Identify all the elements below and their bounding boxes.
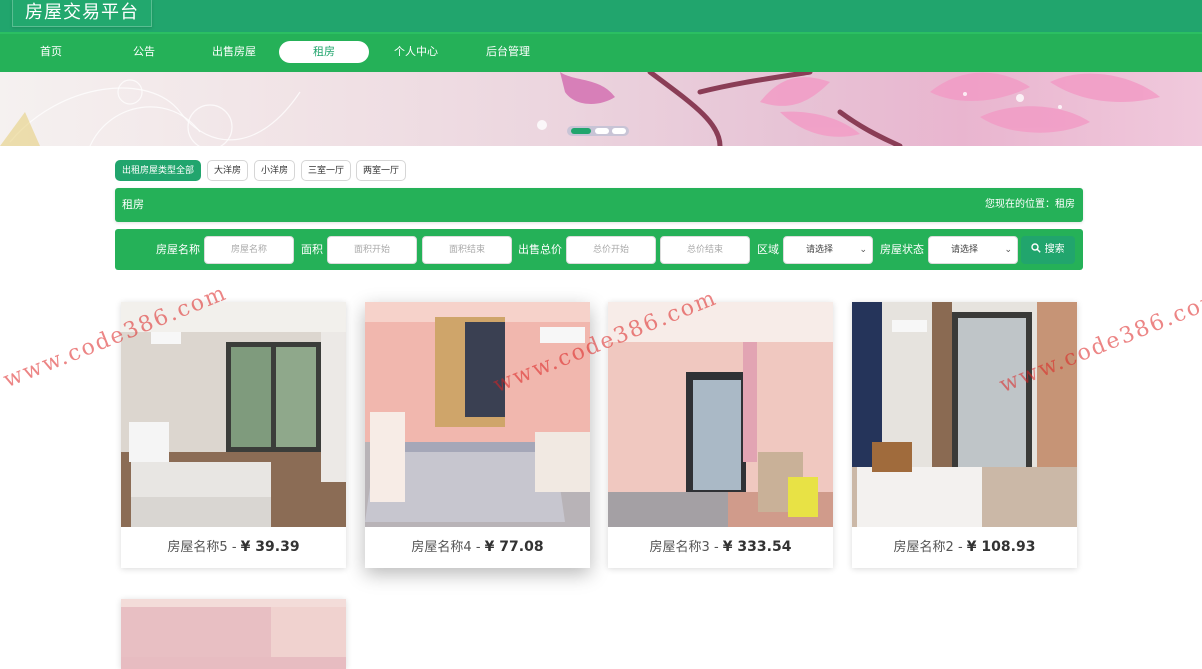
listing-card[interactable] — [121, 599, 346, 669]
listing-price: ¥ 39.39 — [240, 539, 300, 555]
area-end-input[interactable]: 面积结束 — [422, 236, 512, 264]
price-start-input[interactable]: 总价开始 — [566, 236, 656, 264]
filter-tag-two-room[interactable]: 两室一厅 — [356, 160, 407, 181]
chevron-down-icon: ⌄ — [859, 245, 867, 255]
status-select-value: 请选择 — [951, 245, 979, 255]
nav-notice[interactable]: 公告 — [99, 41, 189, 63]
listing-photo — [365, 302, 590, 527]
listing-separator: - — [953, 540, 967, 555]
listing-price: ¥ 108.93 — [966, 539, 1036, 555]
location-bar: 租房 您现在的位置：租房 — [115, 188, 1083, 222]
filter-tag-three-room[interactable]: 三室一厅 — [301, 160, 352, 181]
breadcrumb: 您现在的位置：租房 — [985, 199, 1075, 210]
listing-price: ¥ 333.54 — [722, 539, 792, 555]
nav-rent[interactable]: 租房 — [279, 41, 369, 63]
listing-name: 房屋名称2 — [893, 540, 954, 555]
filter-tag-large-house[interactable]: 大洋房 — [207, 160, 249, 181]
search-icon — [1031, 243, 1042, 253]
listing-separator: - — [227, 540, 241, 555]
listing-photo — [608, 302, 833, 527]
listing-photo — [121, 302, 346, 527]
status-select[interactable]: 请选择 ⌄ — [928, 236, 1018, 264]
section-title: 租房 — [122, 198, 144, 211]
search-button-label: 搜索 — [1044, 244, 1065, 255]
listing-caption: 房屋名称5 - ¥ 39.39 — [121, 527, 346, 568]
listing-card[interactable]: 房屋名称5 - ¥ 39.39 — [121, 302, 346, 568]
top-header: 房屋交易平台 — [0, 0, 1202, 32]
listing-card[interactable]: 房屋名称4 - ¥ 77.08 — [365, 302, 590, 568]
search-button[interactable]: 搜索 — [1021, 236, 1075, 264]
listing-name: 房屋名称5 — [167, 540, 228, 555]
listing-caption: 房屋名称4 - ¥ 77.08 — [365, 527, 590, 568]
main-nav: 首页 公告 出售房屋 租房 个人中心 后台管理 — [0, 32, 1202, 72]
chevron-down-icon: ⌄ — [1004, 245, 1012, 255]
listing-caption: 房屋名称2 - ¥ 108.93 — [852, 527, 1077, 568]
nav-admin[interactable]: 后台管理 — [463, 41, 553, 63]
price-end-input[interactable]: 总价结束 — [660, 236, 750, 264]
carousel-dot-3[interactable] — [612, 128, 626, 134]
region-label: 区域 — [757, 243, 779, 256]
carousel-dot-2[interactable] — [595, 128, 609, 134]
listing-photo — [121, 599, 346, 657]
region-select[interactable]: 请选择 ⌄ — [783, 236, 873, 264]
house-name-input[interactable]: 房屋名称 — [204, 236, 294, 264]
listing-separator: - — [709, 540, 723, 555]
listing-name: 房屋名称3 — [649, 540, 710, 555]
listing-separator: - — [471, 540, 485, 555]
carousel-dot-1[interactable] — [571, 128, 591, 134]
area-label: 面积 — [301, 243, 323, 256]
listing-card[interactable]: 房屋名称2 - ¥ 108.93 — [852, 302, 1077, 568]
status-label: 房屋状态 — [880, 243, 924, 256]
filter-tag-small-house[interactable]: 小洋房 — [254, 160, 296, 181]
nav-personal-center[interactable]: 个人中心 — [371, 41, 461, 63]
price-label: 出售总价 — [518, 243, 562, 256]
listing-card[interactable]: 房屋名称3 - ¥ 333.54 — [608, 302, 833, 568]
search-bar: 房屋名称 房屋名称 面积 面积开始 面积结束 出售总价 总价开始 总价结束 区域… — [115, 229, 1083, 270]
nav-home[interactable]: 首页 — [6, 41, 96, 63]
region-select-value: 请选择 — [806, 245, 834, 255]
listing-name: 房屋名称4 — [411, 540, 472, 555]
carousel-indicators — [567, 126, 629, 136]
site-title[interactable]: 房屋交易平台 — [12, 0, 152, 27]
filter-tag-all[interactable]: 出租房屋类型全部 — [115, 160, 202, 181]
listing-caption: 房屋名称3 - ¥ 333.54 — [608, 527, 833, 568]
nav-for-sale[interactable]: 出售房屋 — [189, 41, 279, 63]
house-name-label: 房屋名称 — [156, 243, 200, 256]
area-start-input[interactable]: 面积开始 — [327, 236, 417, 264]
listing-price: ¥ 77.08 — [484, 539, 544, 555]
listing-photo — [852, 302, 1077, 527]
